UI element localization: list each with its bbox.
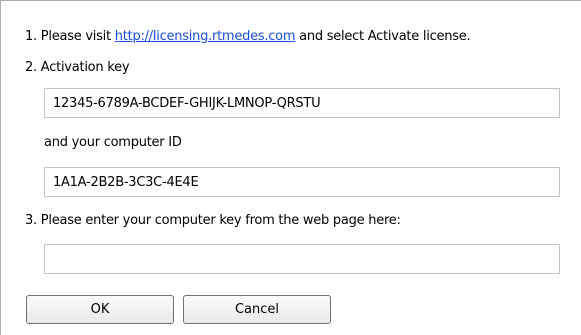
computer-id-field[interactable] (44, 167, 560, 197)
license-activation-dialog: 1. Please visit http://licensing.rtmedes… (0, 0, 581, 335)
computer-id-label: and your computer ID (44, 135, 182, 150)
licensing-site-link[interactable]: http://licensing.rtmedes.com (115, 29, 296, 44)
cancel-button[interactable]: Cancel (183, 295, 331, 324)
computer-key-input[interactable] (44, 244, 560, 274)
step1-suffix: and select Activate license. (295, 29, 471, 44)
step1-instruction: 1. Please visit http://licensing.rtmedes… (25, 28, 471, 46)
activation-key-label: 2. Activation key (25, 60, 130, 75)
step1-prefix: 1. Please visit (25, 29, 115, 44)
activation-key-field[interactable] (44, 88, 560, 118)
ok-button[interactable]: OK (26, 295, 174, 324)
computer-key-label: 3. Please enter your computer key from t… (25, 213, 401, 228)
